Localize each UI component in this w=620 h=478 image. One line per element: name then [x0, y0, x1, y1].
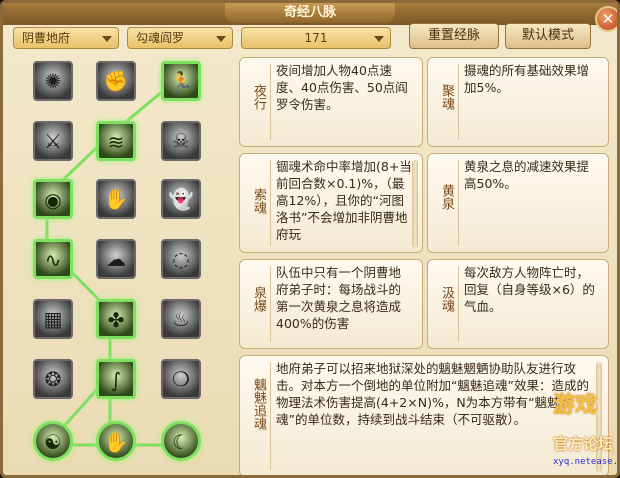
- card-name: 泉爆: [251, 286, 266, 312]
- card-yexing[interactable]: 夜行 夜间增加人物40点速度、40点伤害、50点阎罗令伤害。: [239, 57, 423, 147]
- meridian-node[interactable]: ∫: [96, 359, 136, 399]
- meridian-node[interactable]: ◉: [33, 179, 73, 219]
- meridian-window: 奇经八脉 ✕ 阴曹地府 勾魂阎罗 171 重置经脉 默认模式 ✺ ✊ 🏃 ⚔ ≋ ☠ ◉ ✋ 👻…: [0, 0, 620, 478]
- reset-meridian-button[interactable]: 重置经脉: [409, 23, 499, 49]
- meridian-node[interactable]: ◌: [161, 239, 201, 279]
- forum-watermark: 游戏 官方论坛 xyq.netease.com: [553, 383, 619, 475]
- vortex-icon: ◌: [172, 247, 190, 271]
- meridian-node[interactable]: ✊: [96, 61, 136, 101]
- card-divider: [458, 160, 459, 246]
- cage-icon: ▦: [43, 307, 63, 331]
- meridian-node[interactable]: ∿: [33, 239, 73, 279]
- meridian-node[interactable]: ≋: [96, 121, 136, 161]
- card-divider: [458, 64, 459, 140]
- watermark-forum-text: 官方论坛: [553, 435, 614, 453]
- chevron-down-icon: [102, 36, 112, 42]
- watermark-logo-text: 游戏: [553, 393, 598, 418]
- card-quanbao[interactable]: 泉爆 队伍中只有一个阴曹地府弟子时：每场战斗的第一次黄泉之息将造成400%的伤害: [239, 259, 423, 349]
- scroll-icon: ✋: [103, 430, 129, 454]
- school-select-value: 阴曹地府: [22, 31, 71, 45]
- card-divider: [458, 266, 459, 342]
- card-divider: [270, 64, 271, 140]
- meridian-node[interactable]: ☁: [96, 239, 136, 279]
- card-desc: 黄泉之息的减速效果提高50%。: [464, 159, 590, 191]
- claw-icon: ✋: [103, 187, 129, 211]
- phantom-icon: ❍: [172, 367, 190, 391]
- eye-icon: ◉: [44, 188, 62, 212]
- whirl-icon: ✺: [44, 69, 62, 93]
- window-title: 奇经八脉: [225, 3, 395, 23]
- points-value: 171: [304, 31, 328, 45]
- card-suohun[interactable]: 索魂 锢魂术命中率增加(8+当前回合数×0.1)%，（最高12%），且你的“河图…: [239, 153, 423, 253]
- meridian-node[interactable]: ☠: [161, 121, 201, 161]
- card-name: 魑魅追魂: [251, 378, 266, 430]
- meridian-node[interactable]: ❂: [33, 359, 73, 399]
- card-divider: [270, 362, 271, 470]
- card-desc: 地府弟子可以招来地狱深处的魑魅魍魉协助队友进行攻击。对本方一个倒地的单位附加“魑…: [276, 361, 589, 427]
- fist-icon: ✊: [103, 69, 129, 93]
- chevron-down-icon: [374, 36, 384, 42]
- branch-select-value: 勾魂阎罗: [136, 31, 185, 45]
- runner-icon: 🏃: [168, 70, 194, 94]
- close-button[interactable]: ✕: [595, 6, 617, 32]
- moon-orb-icon: ☾: [172, 430, 190, 454]
- default-mode-button[interactable]: 默认模式: [505, 23, 591, 49]
- card-huangquan[interactable]: 黄泉 黄泉之息的减速效果提高50%。: [427, 153, 609, 253]
- dragon-orb-icon: ☯: [44, 430, 62, 454]
- meridian-tree: ✺ ✊ 🏃 ⚔ ≋ ☠ ◉ ✋ 👻 ∿ ☁ ◌ ▦ ✤ ♨ ❂ ∫ ❍ ☯ ✋ ☾: [17, 53, 227, 475]
- card-juhun[interactable]: 聚魂 摄魂的所有基础效果增加5%。: [427, 57, 609, 147]
- swirl-icon: ∿: [44, 248, 62, 272]
- meridian-node[interactable]: ♨: [161, 299, 201, 339]
- meridian-node[interactable]: ✋: [96, 421, 136, 461]
- branch-select[interactable]: 勾魂阎罗: [127, 27, 233, 49]
- card-desc: 队伍中只有一个阴曹地府弟子时：每场战斗的第一次黄泉之息将造成400%的伤害: [276, 265, 402, 331]
- serpent-icon: ∫: [110, 368, 122, 392]
- meridian-node[interactable]: ☾: [161, 421, 201, 461]
- meridian-node[interactable]: ⚔: [33, 121, 73, 161]
- meridian-node[interactable]: 🏃: [161, 61, 201, 101]
- ghost-icon: 👻: [168, 187, 194, 211]
- card-name: 黄泉: [439, 184, 454, 210]
- card-desc: 夜间增加人物40点速度、40点伤害、50点阎罗令伤害。: [276, 63, 408, 112]
- flame-icon: ♨: [172, 307, 190, 331]
- meridian-node[interactable]: ▦: [33, 299, 73, 339]
- school-select[interactable]: 阴曹地府: [13, 27, 119, 49]
- wave-icon: ≋: [107, 130, 125, 154]
- card-divider: [270, 160, 271, 246]
- skull-pair-icon: ☠: [172, 129, 190, 153]
- tornado-icon: ❂: [44, 367, 62, 391]
- card-name: 夜行: [251, 84, 266, 110]
- card-desc: 摄魂的所有基础效果增加5%。: [464, 63, 590, 95]
- knot-icon: ✤: [107, 308, 125, 332]
- card-name: 聚魂: [439, 84, 454, 110]
- meridian-node[interactable]: 👻: [161, 179, 201, 219]
- card-scrollbar[interactable]: [412, 160, 418, 248]
- card-desc: 锢魂术命中率增加(8+当前回合数×0.1)%，（最高12%），且你的“河图洛书”…: [276, 159, 412, 242]
- watermark-url: xyq.netease.com: [553, 457, 619, 467]
- meridian-node[interactable]: ✤: [96, 299, 136, 339]
- sword-icon: ⚔: [44, 129, 62, 153]
- card-desc: 每次敌方人物阵亡时，回复（自身等级×6）的气血。: [464, 265, 595, 314]
- card-jihun[interactable]: 汲魂 每次敌方人物阵亡时，回复（自身等级×6）的气血。: [427, 259, 609, 349]
- card-name: 汲魂: [439, 286, 454, 312]
- points-select[interactable]: 171: [241, 27, 391, 49]
- chevron-down-icon: [216, 36, 226, 42]
- meridian-node[interactable]: ❍: [161, 359, 201, 399]
- card-name: 索魂: [251, 188, 266, 214]
- spirit-icon: ☁: [106, 247, 126, 271]
- meridian-node[interactable]: ✺: [33, 61, 73, 101]
- card-divider: [270, 266, 271, 342]
- meridian-node[interactable]: ☯: [33, 421, 73, 461]
- meridian-node[interactable]: ✋: [96, 179, 136, 219]
